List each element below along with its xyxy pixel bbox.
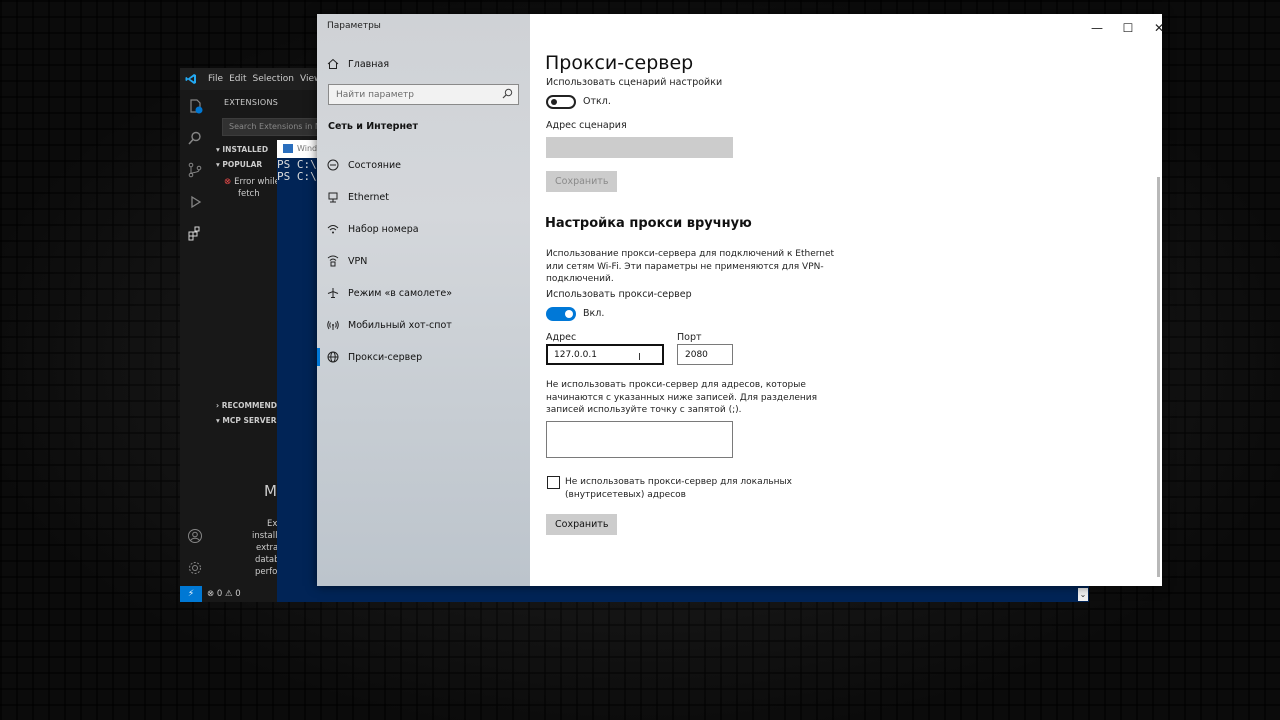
settings-window: Параметры Главная Найти параметр Сеть и … (317, 14, 1164, 586)
mcp-servers-section[interactable]: ▾ MCP SERVERS (216, 416, 282, 425)
save-button[interactable]: Сохранить (546, 514, 618, 535)
hotspot-icon (327, 319, 339, 331)
vscode-menubar: File Edit Selection View (180, 68, 340, 90)
page-title: Прокси-сервер (545, 52, 694, 74)
nav-category-title: Сеть и Интернет (328, 121, 418, 132)
popular-section[interactable]: ▾ POPULAR (216, 160, 262, 169)
minimize-icon[interactable]: — (1082, 18, 1112, 38)
extensions-title: EXTENSIONS (224, 98, 279, 107)
script-toggle[interactable] (546, 95, 576, 109)
problems-status[interactable]: ⊗ 0 ⚠ 0 (207, 589, 241, 599)
run-debug-icon[interactable] (185, 192, 205, 212)
address-label: Адрес (546, 332, 577, 343)
local-bypass-checkbox[interactable] (547, 476, 560, 489)
proxy-icon (327, 351, 339, 363)
script-address-label: Адрес сценария (546, 120, 627, 131)
maximize-icon[interactable]: ☐ (1113, 18, 1143, 38)
mcp-text-fragment: installi (252, 531, 280, 541)
settings-content: — ☐ ✕ Прокси-сервер Использовать сценари… (530, 14, 1164, 586)
script-save-button[interactable]: Сохранить (546, 171, 618, 192)
window-title: Параметры (327, 21, 381, 31)
nav-item-vpn[interactable]: VPN (327, 250, 367, 272)
search-icon[interactable] (185, 128, 205, 148)
mcp-text-fragment: extra (256, 543, 279, 553)
local-bypass-label: Не использовать прокси-сервер для локаль… (565, 477, 792, 500)
activity-bar (180, 90, 210, 586)
toggle-knob (551, 99, 557, 105)
chevron-down-icon[interactable]: ⌄ (1078, 588, 1088, 601)
port-label: Порт (677, 332, 702, 343)
powershell-output: PS C:\ PS C:\ (277, 158, 317, 183)
airplane-icon (327, 287, 339, 299)
nav-item-status[interactable]: Состояние (327, 154, 401, 176)
menu-file[interactable]: File (208, 74, 223, 84)
dialup-icon (327, 223, 339, 235)
menu-edit[interactable]: Edit (229, 74, 246, 84)
use-proxy-state: Вкл. (583, 308, 605, 319)
use-proxy-toggle[interactable] (546, 307, 576, 321)
gear-icon[interactable] (185, 558, 205, 578)
mcp-text-fragment: datab (255, 555, 280, 565)
nav-item-dialup[interactable]: Набор номера (327, 218, 419, 240)
error-message: ⊗ Error while fetch (224, 177, 280, 199)
text-cursor-icon: I (638, 352, 641, 363)
extensions-icon[interactable] (185, 224, 205, 244)
script-toggle-state: Откл. (583, 96, 611, 107)
mcp-text-fragment: perfo (255, 567, 278, 577)
home-icon (327, 58, 339, 70)
close-icon[interactable]: ✕ (1144, 18, 1174, 38)
explorer-icon[interactable] (185, 96, 205, 116)
installed-section[interactable]: ▾ INSTALLED (216, 145, 268, 154)
account-icon[interactable] (185, 526, 205, 546)
search-icon[interactable] (502, 88, 513, 102)
nav-item-proxy[interactable]: Прокси-сервер (327, 346, 422, 368)
source-control-icon[interactable] (185, 160, 205, 180)
use-proxy-label: Использовать прокси-сервер (546, 289, 692, 300)
settings-search-input[interactable]: Найти параметр (328, 84, 519, 105)
nav-item-airplane[interactable]: Режим «в самолете» (327, 282, 452, 304)
proxy-address-field[interactable]: 127.0.0.1 I (546, 344, 664, 365)
status-icon (327, 159, 339, 171)
settings-nav-pane: Параметры Главная Найти параметр Сеть и … (317, 14, 530, 586)
exceptions-description: Не использовать прокси-сервер для адресо… (546, 380, 818, 415)
mcp-heading-fragment: M (264, 482, 277, 500)
nav-home[interactable]: Главная (327, 53, 389, 75)
menu-selection[interactable]: Selection (253, 74, 294, 84)
proxy-port-field[interactable]: 2080 (677, 344, 733, 365)
manual-proxy-description: Использование прокси-сервера для подключ… (546, 249, 835, 284)
content-scrollbar[interactable] (1157, 177, 1160, 577)
error-icon: ⊗ (224, 177, 232, 187)
ethernet-icon (327, 191, 339, 203)
toggle-knob (565, 310, 573, 318)
nav-item-ethernet[interactable]: Ethernet (327, 186, 389, 208)
remote-icon[interactable]: ⚡ (180, 586, 202, 602)
exceptions-field[interactable] (546, 421, 733, 458)
script-toggle-label: Использовать сценарий настройки (546, 77, 723, 88)
nav-item-hotspot[interactable]: Мобильный хот-спот (327, 314, 452, 336)
script-address-field[interactable] (546, 137, 733, 158)
nav-home-label: Главная (348, 58, 390, 70)
powershell-icon (283, 144, 293, 153)
vpn-icon (327, 255, 339, 267)
manual-proxy-title: Настройка прокси вручную (545, 216, 752, 231)
nav-selection-indicator (317, 348, 320, 366)
powershell-tab-title: Wind (297, 144, 318, 153)
vscode-logo-icon (180, 68, 202, 90)
